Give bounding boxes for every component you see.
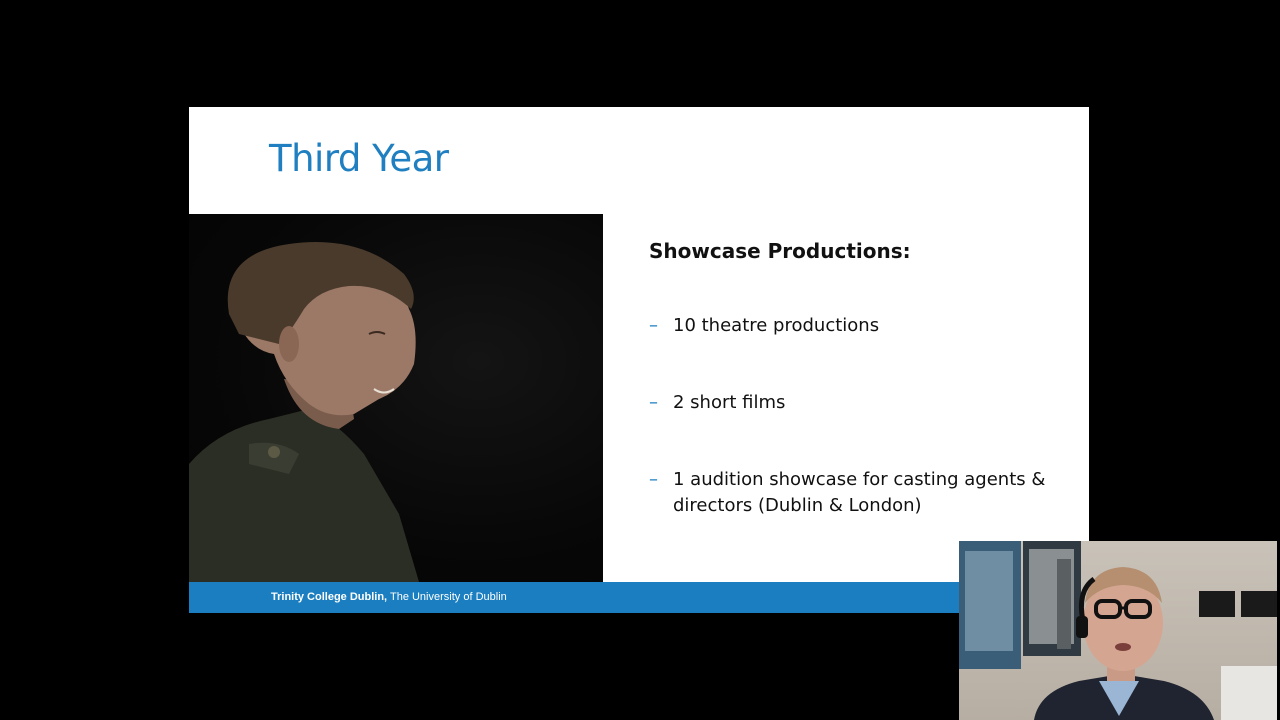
presentation-slide: Third Year Showcase Productions: – 10 th… [189,107,1089,613]
presenter-webcam-illustration [959,541,1277,720]
bullet-list: – 10 theatre productions – 2 short films… [649,313,1069,519]
slide-footer: Trinity College Dublin, The University o… [189,582,1089,613]
webcam-video-overlay [959,541,1277,720]
footer-subtitle: The University of Dublin [387,591,507,603]
bullet-item: – 10 theatre productions [649,313,1069,339]
bullet-marker: – [649,315,658,336]
slide-content: Showcase Productions: – 10 theatre produ… [649,239,1069,570]
bullet-text: 1 audition showcase for casting agents &… [673,469,1046,516]
slide-photo [189,214,603,582]
bullet-marker: – [649,469,658,490]
bullet-text: 2 short films [673,392,786,413]
actor-photo-illustration [189,242,419,582]
footer-institution: Trinity College Dublin, [271,591,388,603]
slide-heading: Showcase Productions: [649,239,911,263]
bullet-item: – 1 audition showcase for casting agents… [649,467,1069,519]
footer-text: Trinity College Dublin, The University o… [271,591,507,603]
bullet-item: – 2 short films [649,390,1069,416]
slide-title: Third Year [269,137,449,180]
bullet-marker: – [649,392,658,413]
bullet-text: 10 theatre productions [673,315,880,336]
